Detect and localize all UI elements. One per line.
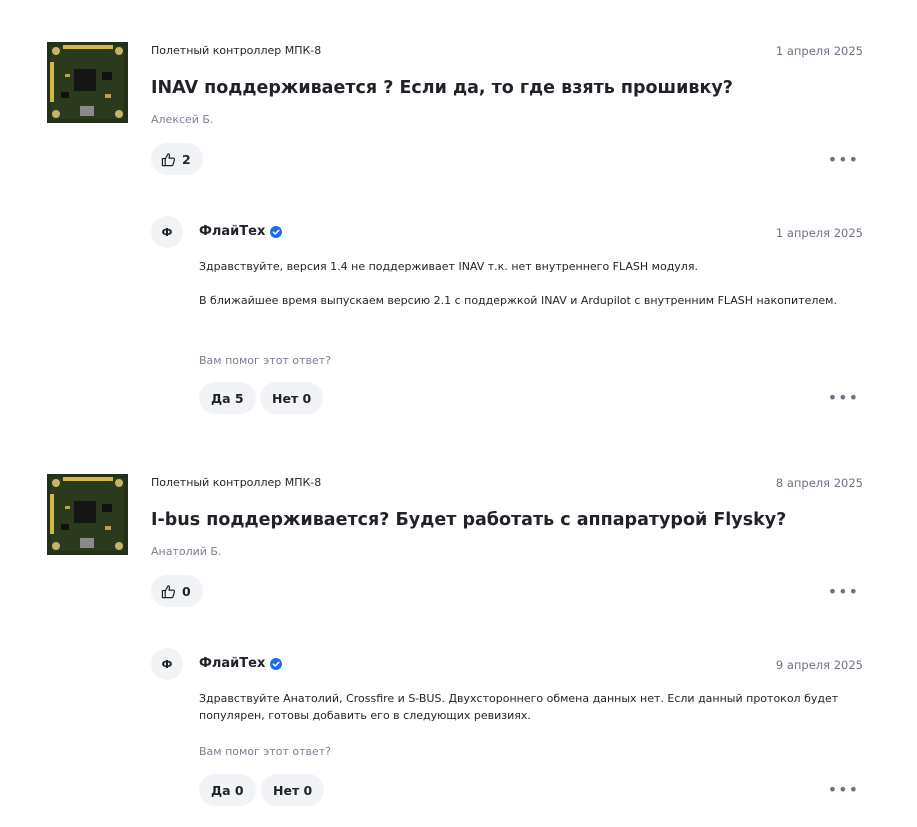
more-dots-icon[interactable]: ••• (828, 152, 859, 168)
answer-date: 9 апреля 2025 (775, 658, 863, 672)
more-dots-icon[interactable]: ••• (828, 390, 859, 406)
answer-author: ФлайТех (199, 224, 283, 239)
helpful-prompt: Вам помог этот ответ? (199, 354, 332, 367)
product-name[interactable]: Полетный контроллер МПК-8 (151, 44, 321, 57)
like-count: 2 (182, 151, 191, 167)
answer-text: Здравствуйте, версия 1.4 не поддерживает… (199, 258, 859, 309)
avatar: Ф (151, 648, 183, 680)
answer-author-name: ФлайТех (199, 656, 266, 671)
answer-author: ФлайТех (199, 656, 283, 671)
vote-yes-button[interactable]: Да 0 (199, 774, 256, 806)
helpful-prompt: Вам помог этот ответ? (199, 745, 332, 758)
question-title: I-bus поддерживается? Будет работать с а… (151, 510, 787, 530)
more-dots-icon[interactable]: ••• (828, 782, 859, 798)
avatar: Ф (151, 216, 183, 248)
vote-no-button[interactable]: Нет 0 (261, 774, 325, 806)
answer-paragraph: Здравствуйте Анатолий, Crossfire и S-BUS… (199, 692, 839, 722)
like-button[interactable]: 2 (151, 143, 203, 175)
thumbs-up-icon (161, 152, 176, 166)
verified-check-icon (270, 657, 283, 670)
thumbs-up-icon (161, 584, 176, 598)
question-author: Анатолий Б. (151, 545, 222, 558)
answer-author-name: ФлайТех (199, 224, 266, 239)
answer-paragraph: Здравствуйте, версия 1.4 не поддерживает… (199, 260, 698, 273)
answer-paragraph: В ближайшее время выпускаем версию 2.1 с… (199, 294, 837, 307)
answer-text: Здравствуйте Анатолий, Crossfire и S-BUS… (199, 690, 859, 724)
question-title: INAV поддерживается ? Если да, то где вз… (151, 78, 733, 98)
answer-date: 1 апреля 2025 (775, 226, 863, 240)
product-image[interactable] (47, 42, 128, 123)
like-count: 0 (182, 583, 191, 599)
vote-no-button[interactable]: Нет 0 (260, 382, 324, 414)
like-button[interactable]: 0 (151, 575, 203, 607)
vote-yes-button[interactable]: Да 5 (199, 382, 256, 414)
product-name[interactable]: Полетный контроллер МПК-8 (151, 476, 321, 489)
question-author: Алексей Б. (151, 113, 214, 126)
more-dots-icon[interactable]: ••• (828, 584, 859, 600)
question-date: 1 апреля 2025 (775, 44, 863, 58)
product-image[interactable] (47, 474, 128, 555)
verified-check-icon (270, 225, 283, 238)
question-date: 8 апреля 2025 (775, 476, 863, 490)
